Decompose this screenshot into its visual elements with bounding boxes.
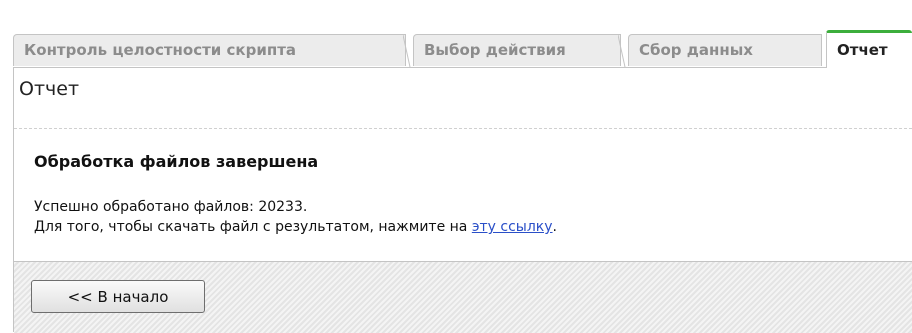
download-suffix: . [552,219,557,235]
download-link[interactable]: эту ссылку [472,219,553,235]
page-title: Отчет [19,78,80,100]
tab-bar: Контроль целостности скрипта Выбор дейст… [13,30,912,68]
tab-script-integrity[interactable]: Контроль целостности скрипта [13,34,411,67]
report-page: Контроль целостности скрипта Выбор дейст… [13,30,912,333]
tab-data-collection[interactable]: Сбор данных [628,34,822,66]
tab-action-choice[interactable]: Выбор действия [413,34,626,67]
tab-label: Контроль целостности скрипта [24,41,297,59]
panel-footer: << В начало [14,261,912,333]
back-to-start-button[interactable]: << В начало [31,280,205,313]
processed-count-text: Успешно обработано файлов: 20233. [34,199,308,215]
tab-label: Отчет [837,41,888,59]
title-divider [14,128,912,129]
tab-label: Выбор действия [424,41,566,59]
report-panel: Отчет Обработка файлов завершена Успешно… [13,67,912,333]
download-text: Для того, чтобы скачать файл с результат… [34,219,472,235]
tab-divider [403,35,411,67]
tab-report[interactable]: Отчет [826,30,912,68]
download-instructions: Для того, чтобы скачать файл с результат… [34,219,557,235]
tab-label: Сбор данных [639,41,753,59]
tab-divider [618,35,626,67]
completion-heading: Обработка файлов завершена [34,152,319,171]
